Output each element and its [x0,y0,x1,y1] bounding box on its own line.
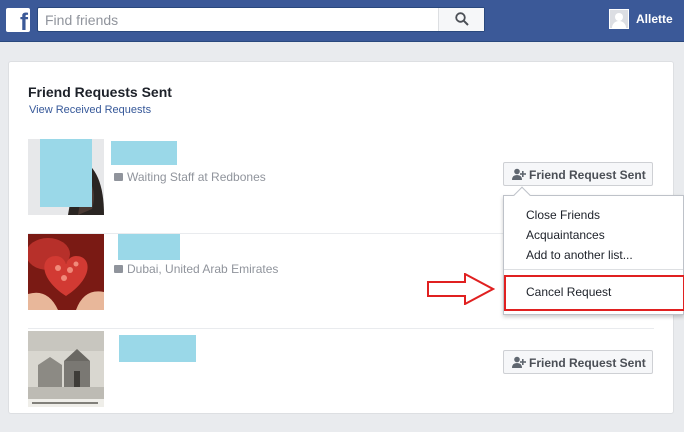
profile-photo[interactable] [28,234,104,310]
location-icon [114,265,123,273]
user-name: Allette [636,12,673,26]
redacted-name[interactable] [119,335,196,362]
profile-photo[interactable] [28,139,104,215]
work-detail-text: Waiting Staff at Redbones [127,170,266,184]
location-detail-text: Dubai, United Arab Emirates [127,262,279,276]
menu-item-close-friends[interactable]: Close Friends [526,208,600,222]
search-input[interactable] [38,8,438,31]
view-received-requests-link[interactable]: View Received Requests [29,104,151,116]
redacted-name[interactable] [118,234,180,260]
location-detail: Dubai, United Arab Emirates [114,262,278,276]
friend-request-sent-button[interactable]: Friend Request Sent [503,350,653,374]
add-friend-icon [512,356,526,368]
menu-item-acquaintances[interactable]: Acquaintances [526,228,605,242]
menu-item-add-to-another-list[interactable]: Add to another list... [526,248,633,262]
friend-request-dropdown-menu: Close Friends Acquaintances Add to anoth… [503,186,684,315]
search-box [37,7,485,32]
briefcase-icon [114,173,123,181]
menu-divider [504,269,683,270]
search-button[interactable] [438,8,484,31]
search-icon [455,12,469,26]
top-nav-bar: f Allette [0,0,684,42]
facebook-logo-letter: f [20,9,28,33]
add-friend-icon [512,168,526,180]
profile-photo[interactable] [28,331,104,407]
work-detail: Waiting Staff at Redbones [114,170,266,184]
facebook-logo[interactable]: f [6,8,30,32]
friend-request-sent-label: Friend Request Sent [529,168,646,182]
friend-request-sent-button[interactable]: Friend Request Sent [503,162,653,186]
redacted-name[interactable] [111,141,177,165]
menu-item-cancel-request[interactable]: Cancel Request [504,275,684,311]
request-row: Friend Request Sent [28,328,654,412]
annotation-arrow-icon [427,273,495,305]
cancel-request-label: Cancel Request [526,285,612,299]
page-title: Friend Requests Sent [28,84,172,100]
friend-request-sent-label: Friend Request Sent [529,356,646,370]
avatar [609,9,629,29]
